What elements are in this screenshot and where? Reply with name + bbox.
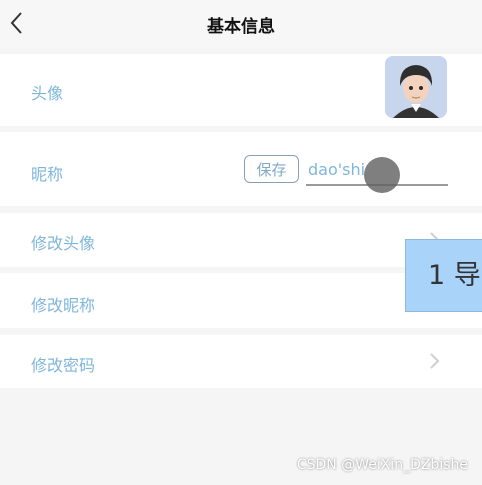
change-nickname-label: 修改昵称	[31, 296, 96, 315]
nickname-label: 昵称	[31, 165, 64, 184]
avatar-image	[385, 56, 447, 118]
avatar-label: 头像	[31, 84, 64, 103]
touch-indicator	[364, 157, 400, 193]
watermark: CSDN @WeiXin_DZbishe	[296, 457, 468, 473]
chevron-right-icon	[430, 353, 440, 369]
change-avatar-label: 修改头像	[31, 234, 96, 253]
toast-popup: 1 导	[405, 239, 482, 312]
header-bar: 基本信息	[0, 0, 482, 48]
avatar[interactable]	[385, 56, 447, 118]
change-password-label: 修改密码	[31, 356, 96, 375]
row-change-password[interactable]: 修改密码	[0, 335, 482, 388]
page-title: 基本信息	[207, 17, 275, 37]
save-button[interactable]: 保存	[244, 155, 299, 183]
